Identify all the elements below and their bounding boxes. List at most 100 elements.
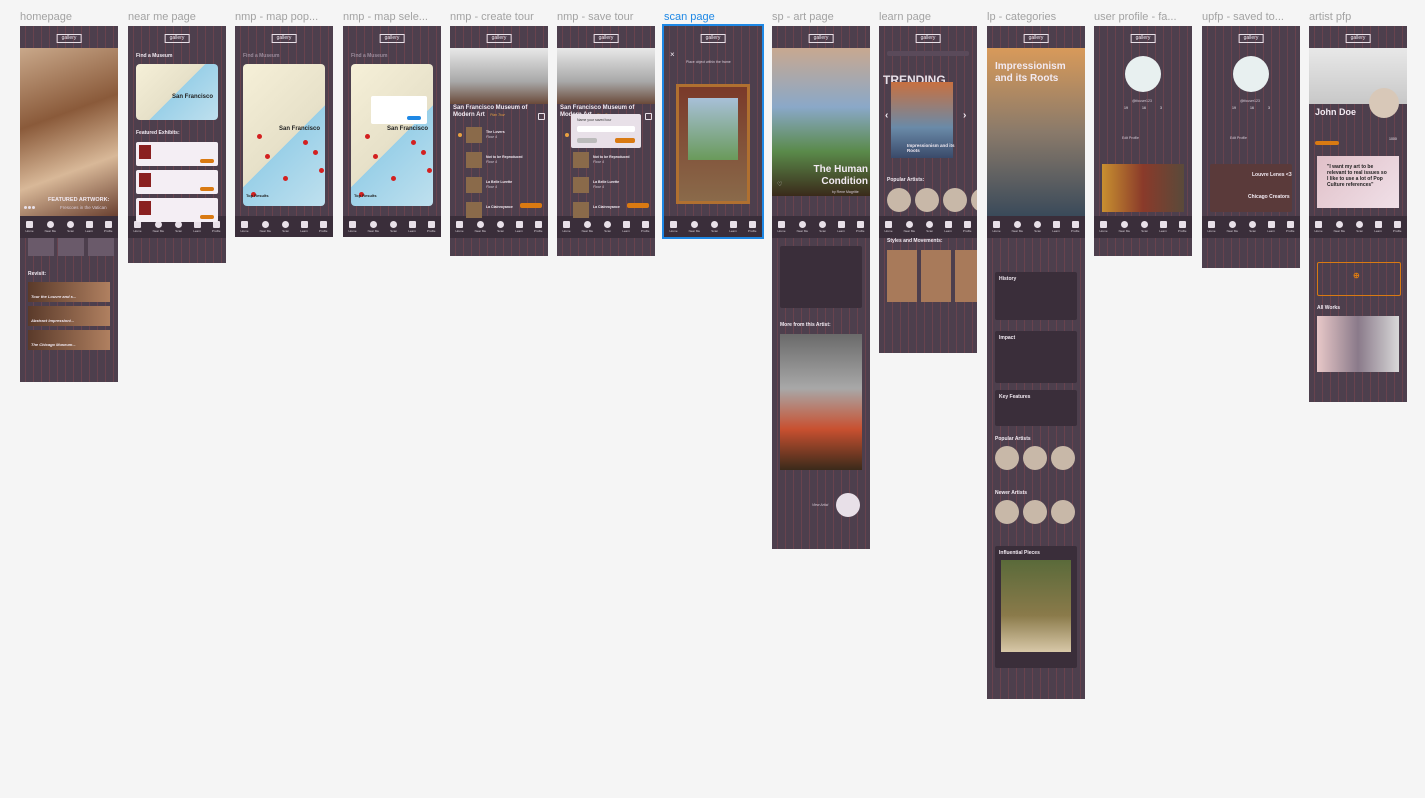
nav-item-learn[interactable]: Learn [1267,221,1275,233]
artist-circle[interactable] [1051,446,1075,470]
artist-circle[interactable] [1023,500,1047,524]
avatar[interactable] [1125,56,1161,92]
edit-profile-button[interactable]: Edit Profile [1122,136,1139,140]
nav-item-profile[interactable]: Profile [1286,221,1294,233]
frame-label[interactable]: artist pfp [1309,11,1407,23]
frame-label[interactable]: homepage [20,11,118,23]
frame-9[interactable]: gallery Home Near Me Scan Learn Profile Impres… [987,26,1085,699]
frame-1[interactable]: gallery Home Near Me Scan Learn Profile Find a… [128,26,226,263]
nav-item-profile[interactable]: Profile [963,221,971,233]
nav-item-home[interactable]: Home [885,221,893,233]
nav-item-scan[interactable]: Scan [604,221,612,233]
carousel-dot[interactable] [32,206,35,209]
artist-circle[interactable] [1023,446,1047,470]
view-artist-link[interactable]: View Artist [812,503,828,507]
artist-circle[interactable] [971,188,977,212]
gallery-logo[interactable]: gallery [593,34,619,43]
saved-artworks-grid[interactable] [1102,164,1184,212]
frame-label[interactable]: nmp - map sele... [343,11,441,23]
popup-action-button[interactable] [407,116,421,120]
frame-label[interactable]: nmp - save tour [557,11,655,23]
heart-icon[interactable]: ♡ [777,182,782,188]
revisit-card[interactable]: Tour the Louvre and s... [28,282,110,302]
nav-item-profile[interactable]: Profile [427,221,435,233]
tour-item-thumbnail[interactable] [573,152,589,168]
gallery-logo[interactable]: gallery [1130,34,1156,43]
nav-item-learn[interactable]: Learn [1052,221,1060,233]
map-pin-icon[interactable] [411,140,416,145]
artist-avatar[interactable] [836,493,860,517]
tour-name-input[interactable] [577,126,635,132]
close-icon[interactable]: × [670,50,675,59]
nav-item-scan[interactable]: Scan [282,221,290,233]
nav-item-scan[interactable]: Scan [1249,221,1257,233]
nav-item-near-me[interactable]: Near Me [1119,221,1130,233]
thumbnail[interactable] [28,238,54,256]
nav-item-profile[interactable]: Profile [1393,221,1401,233]
style-card[interactable] [887,250,917,302]
nav-item-learn[interactable]: Learn [837,221,845,233]
frame-4[interactable]: gallery Home Near Me Scan Learn Profile San Fr… [450,26,548,256]
nav-item-home[interactable]: Home [1100,221,1108,233]
avatar[interactable] [1233,56,1269,92]
frame-label[interactable]: nmp - map pop... [235,11,333,23]
artist-circle[interactable] [1051,500,1075,524]
nav-item-home[interactable]: Home [993,221,1001,233]
nav-item-profile[interactable]: Profile [1178,221,1186,233]
nav-item-home[interactable]: Home [456,221,464,233]
nav-item-near-me[interactable]: Near Me [797,221,808,233]
nav-item-home[interactable]: Home [1315,221,1323,233]
nav-item-near-me[interactable]: Near Me [1334,221,1345,233]
frame-8[interactable]: gallery Home Near Me Scan Learn Profile TRENDI… [879,26,977,353]
nav-item-learn[interactable]: Learn [622,221,630,233]
nav-item-scan[interactable]: Scan [1356,221,1364,233]
nav-item-profile[interactable]: Profile [641,221,649,233]
nav-item-learn[interactable]: Learn [300,221,308,233]
search-input[interactable] [887,51,969,56]
next-arrow-icon[interactable]: › [963,110,966,121]
nav-item-learn[interactable]: Learn [515,221,523,233]
frame-2[interactable]: gallery Home Near Me Scan Learn Profile Find a… [235,26,333,237]
artist-circle[interactable] [887,188,911,212]
save-tour-button[interactable] [627,203,649,208]
nav-item-near-me[interactable]: Near Me [689,221,700,233]
frame-label[interactable]: near me page [128,11,226,23]
prev-arrow-icon[interactable]: ‹ [885,110,888,121]
influential-artwork[interactable] [1001,560,1071,652]
nav-item-home[interactable]: Home [670,221,678,233]
nav-item-profile[interactable]: Profile [1071,221,1079,233]
nav-item-scan[interactable]: Scan [1141,221,1149,233]
map-preview[interactable]: San Francisco [136,64,218,120]
nav-item-learn[interactable]: Learn [193,221,201,233]
nav-item-near-me[interactable]: Near Me [260,221,271,233]
gallery-logo[interactable]: gallery [164,34,190,43]
frame-7[interactable]: gallery Home Near Me Scan Learn Profile The Hu… [772,26,870,549]
edit-profile-button[interactable]: Edit Profile [1230,136,1247,140]
nav-item-profile[interactable]: Profile [104,221,112,233]
map-pin-icon[interactable] [421,150,426,155]
revisit-card[interactable]: Abstract Impressioni... [28,306,110,326]
nav-item-near-me[interactable]: Near Me [582,221,593,233]
nav-item-learn[interactable]: Learn [729,221,737,233]
nav-item-near-me[interactable]: Near Me [368,221,379,233]
style-card[interactable] [955,250,977,302]
map-pin-icon[interactable] [313,150,318,155]
nav-item-near-me[interactable]: Near Me [904,221,915,233]
artist-works-grid[interactable] [780,334,862,470]
frame-label[interactable]: nmp - create tour [450,11,548,23]
map-pin-icon[interactable] [365,134,370,139]
gallery-logo[interactable]: gallery [700,34,726,43]
frame-10[interactable]: gallery Home Near Me Scan Learn Profile @ifous… [1094,26,1192,256]
nav-item-home[interactable]: Home [778,221,786,233]
nav-item-near-me[interactable]: Near Me [1012,221,1023,233]
nav-item-profile[interactable]: Profile [856,221,864,233]
nav-item-near-me[interactable]: Near Me [1227,221,1238,233]
gallery-logo[interactable]: gallery [1345,34,1371,43]
nav-item-scan[interactable]: Scan [711,221,719,233]
full-map[interactable]: San Francisco Top Results [243,64,325,206]
nav-item-learn[interactable]: Learn [944,221,952,233]
artist-circle[interactable] [915,188,939,212]
nav-item-profile[interactable]: Profile [748,221,756,233]
nav-item-scan[interactable]: Scan [497,221,505,233]
frame-0[interactable]: gallery Home Near Me Scan Learn Profile FEATUR… [20,26,118,382]
